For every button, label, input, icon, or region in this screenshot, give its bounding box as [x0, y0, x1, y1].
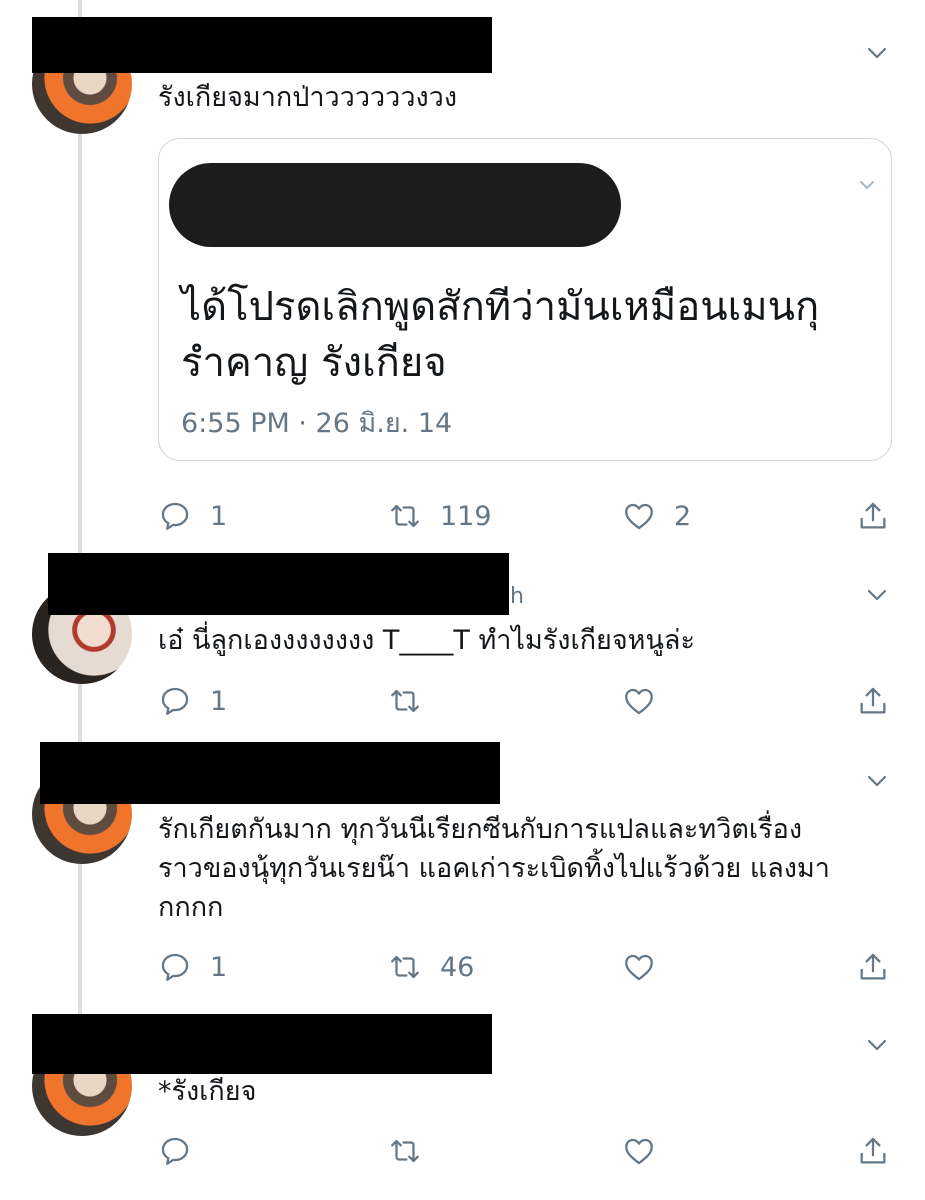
reply-button[interactable]: [158, 1131, 192, 1171]
chevron-down-icon[interactable]: [857, 175, 877, 195]
reply-count: 1: [210, 500, 228, 532]
speech-bubble-icon: [158, 950, 192, 984]
tweet[interactable]: รักเกียตกันมาก ทุกวันนีเรียกซีนกับการแปล…: [0, 736, 925, 1012]
share-button[interactable]: [856, 496, 890, 536]
chevron-down-icon[interactable]: [866, 584, 888, 606]
heart-icon: [622, 950, 656, 984]
heart-icon: [622, 499, 656, 533]
retweet-button[interactable]: 46: [388, 947, 474, 987]
redacted-username: [48, 553, 509, 615]
share-button[interactable]: [856, 681, 890, 721]
speech-bubble-icon: [158, 1134, 192, 1168]
tweet-text-line: รังเกียจมากป่าววววววงวง: [158, 82, 458, 113]
tweet-actions: [0, 1131, 925, 1171]
tweet-text: รังเกียจมากป่าววววววงวง: [158, 78, 457, 117]
share-upload-icon: [856, 499, 890, 533]
tweet-text-line: *รังเกียจ: [158, 1076, 257, 1107]
retweet-arrows-icon: [388, 1134, 422, 1168]
retweet-count: 119: [440, 500, 492, 532]
retweet-button[interactable]: 119: [388, 496, 492, 536]
reply-button[interactable]: 1: [158, 947, 227, 987]
tweet[interactable]: h เอ๋ นี่ลูกเองงงงงงงง T____T ทำไมรังเกี…: [0, 548, 925, 730]
tweet-text-line: ราวของนุ้ทุกวันเรยน๊า แอคเก่าระเบิดทิ้งไ…: [158, 853, 830, 884]
tweet-text-line: เอ๋ นี่ลูกเองงงงงงงง T____T ทำไมรังเกียจ…: [158, 625, 695, 656]
reply-count: 1: [210, 951, 228, 983]
chevron-down-icon[interactable]: [866, 42, 888, 64]
redacted-username: [32, 1014, 492, 1074]
quoted-tweet-timestamp: 6:55 PM · 26 มิ.ย. 14: [181, 408, 453, 439]
tweet-text: *รังเกียจ: [158, 1072, 256, 1111]
header-fragment: h: [510, 584, 524, 609]
redacted-username: [32, 17, 492, 73]
tweet-actions: 1 46: [0, 947, 925, 987]
redacted-quoted-user: [169, 163, 621, 247]
reply-count: 1: [210, 685, 228, 717]
tweet-text-line: กกกก: [158, 892, 224, 923]
like-button[interactable]: [622, 681, 656, 721]
retweet-button[interactable]: [388, 681, 422, 721]
heart-icon: [622, 1134, 656, 1168]
redacted-username: [40, 742, 500, 804]
tweet-text: รักเกียตกันมาก ทุกวันนีเรียกซีนกับการแปล…: [158, 810, 830, 927]
chevron-down-icon[interactable]: [866, 770, 888, 792]
retweet-count: 46: [440, 951, 475, 983]
quoted-tweet-card[interactable]: ได้โปรดเลิกพูดสักทีว่ามันเหมือนเมนกุ รำค…: [158, 138, 892, 461]
tweet-text-line: รักเกียตกันมาก ทุกวันนีเรียกซีนกับการแปล…: [158, 814, 803, 845]
retweet-arrows-icon: [388, 950, 422, 984]
reply-button[interactable]: 1: [158, 496, 227, 536]
retweet-button[interactable]: [388, 1131, 422, 1171]
heart-icon: [622, 684, 656, 718]
like-button[interactable]: [622, 947, 656, 987]
speech-bubble-icon: [158, 499, 192, 533]
like-button[interactable]: [622, 1131, 656, 1171]
tweet-actions: 1: [0, 681, 925, 721]
tweet[interactable]: รังเกียจมากป่าววววววงวง ได้โปรดเลิกพูดสั…: [0, 0, 925, 545]
share-button[interactable]: [856, 1131, 890, 1171]
share-button[interactable]: [856, 947, 890, 987]
like-button[interactable]: 2: [622, 496, 691, 536]
share-upload-icon: [856, 684, 890, 718]
quoted-text-line: รำคาญ รังเกียจ: [181, 340, 447, 386]
quoted-text-line: ได้โปรดเลิกพูดสักทีว่ามันเหมือนเมนกุ: [181, 284, 820, 330]
reply-button[interactable]: 1: [158, 681, 227, 721]
chevron-down-icon[interactable]: [866, 1034, 888, 1056]
retweet-arrows-icon: [388, 684, 422, 718]
tweet-actions: 1 119 2: [0, 496, 925, 536]
tweet[interactable]: *รังเกียจ: [0, 1008, 925, 1200]
retweet-arrows-icon: [388, 499, 422, 533]
tweet-text: เอ๋ นี่ลูกเองงงงงงงง T____T ทำไมรังเกียจ…: [158, 621, 695, 660]
share-upload-icon: [856, 1134, 890, 1168]
quoted-tweet-text: ได้โปรดเลิกพูดสักทีว่ามันเหมือนเมนกุ รำค…: [181, 279, 819, 391]
share-upload-icon: [856, 950, 890, 984]
like-count: 2: [674, 500, 692, 532]
speech-bubble-icon: [158, 684, 192, 718]
